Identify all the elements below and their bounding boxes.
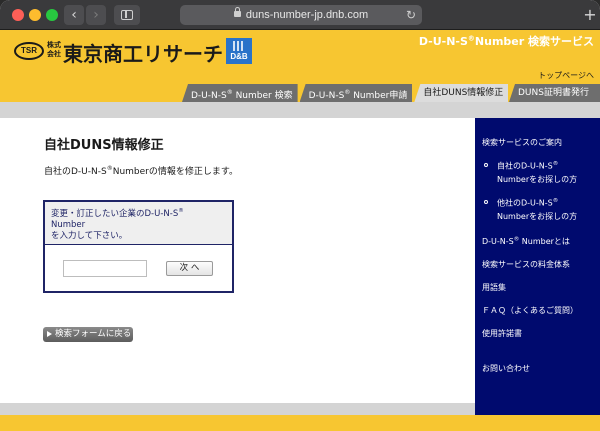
next-button[interactable]: 次 へ	[166, 261, 213, 276]
browser-toolbar: ‹ › duns-number-jp.dnb.com ↻ +	[0, 0, 600, 30]
sidebar-item-license[interactable]: 使用許諾書	[482, 328, 522, 339]
tab-duns-certificate[interactable]: DUNS証明書発行	[509, 84, 600, 102]
sidebar-item-own-duns[interactable]: 自社のD-U-N-S® Numberをお探しの方	[497, 158, 577, 186]
sidebar-item-pricing[interactable]: 検索サービスの料金体系	[482, 259, 570, 270]
dnb-logo: D&B	[226, 38, 252, 64]
sidebar-item-glossary[interactable]: 用語集	[482, 282, 506, 293]
url-text: duns-number-jp.dnb.com	[245, 9, 369, 21]
tab-duns-search[interactable]: D-U-N-S® Number 検索	[182, 84, 298, 102]
sidebar-icon	[121, 10, 133, 20]
reload-icon[interactable]: ↻	[406, 5, 416, 25]
new-tab-button[interactable]: +	[580, 5, 600, 25]
nav-tabs: D-U-N-S® Number 検索 D-U-N-S® Number申請 自社D…	[180, 84, 509, 102]
page-title: 自社DUNS情報修正	[44, 138, 164, 153]
zoom-window-button[interactable]	[46, 9, 58, 21]
sidebar-item-other-duns[interactable]: 他社のD-U-N-S® Numberをお探しの方	[497, 195, 577, 223]
duns-number-input[interactable]	[63, 260, 147, 277]
sidebar-item-faq[interactable]: ＦＡＱ（よくあるご質問）	[482, 305, 578, 316]
footer-yellow-bar	[0, 415, 600, 431]
company-logo-text[interactable]: 東京商工リサーチ	[63, 38, 223, 67]
sidebar-heading[interactable]: 検索サービスのご案内	[482, 137, 562, 148]
sidebar-toggle-button[interactable]	[114, 5, 140, 25]
tab-duns-edit[interactable]: 自社DUNS情報修正	[414, 84, 509, 102]
top-page-link[interactable]: トップページへ	[538, 70, 594, 81]
minimize-window-button[interactable]	[29, 9, 41, 21]
bullet-icon	[484, 163, 488, 167]
sidebar-item-about[interactable]: D-U-N-S® Numberとは	[482, 236, 570, 247]
logo-kaisha-text: 株式会社	[47, 41, 61, 58]
tab-duns-apply[interactable]: D-U-N-S® Number申請	[299, 84, 413, 102]
subheader-bar	[0, 102, 600, 118]
bullet-icon	[484, 200, 488, 204]
duns-form: 変更・訂正したい企業のD-U-N-S® Number を入力して下さい。 次 へ	[43, 200, 234, 293]
back-to-search-button[interactable]: 検索フォームに戻る	[43, 327, 133, 342]
page-description: 自社のD-U-N-S®Numberの情報を修正します。	[44, 165, 238, 177]
close-window-button[interactable]	[12, 9, 24, 21]
service-title: D-U-N-S®Number 検索サービス	[418, 34, 594, 48]
sidebar-nav: 検索サービスのご案内 自社のD-U-N-S® Numberをお探しの方 他社のD-…	[475, 118, 600, 418]
sidebar-item-contact[interactable]: お問い合わせ	[482, 363, 530, 374]
forward-button[interactable]: ›	[86, 5, 106, 25]
lock-icon	[233, 7, 241, 17]
back-button[interactable]: ‹	[64, 5, 84, 25]
main-content: 自社DUNS情報修正 自社のD-U-N-S®Numberの情報を修正します。 変…	[0, 118, 475, 403]
address-bar[interactable]: duns-number-jp.dnb.com ↻	[180, 5, 422, 25]
footer-gray-bar	[0, 403, 475, 415]
browser-window: ‹ › duns-number-jp.dnb.com ↻ + TSR 株式会社 …	[0, 0, 600, 431]
form-prompt: 変更・訂正したい企業のD-U-N-S® Number を入力して下さい。	[45, 202, 232, 245]
tsr-logo[interactable]: TSR	[14, 42, 44, 60]
